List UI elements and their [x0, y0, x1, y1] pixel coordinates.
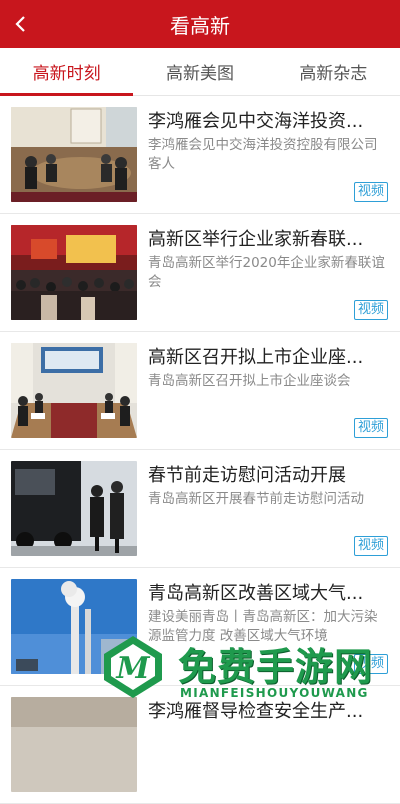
page-title: 看高新: [170, 13, 230, 38]
tab-bar: 高新时刻 高新美图 高新杂志: [0, 48, 400, 96]
news-title: 李鸿雁督导检查安全生产...: [148, 701, 364, 722]
news-title: 李鸿雁会见中交海洋投资...: [148, 111, 364, 132]
news-description: 青岛高新区召开拟上市企业座谈会: [148, 373, 351, 389]
news-list: 李鸿雁会见中交海洋投资... 李鸿雁会见中交海洋投资控股有限公司客人 视频 高新…: [0, 96, 400, 804]
back-button[interactable]: [14, 0, 46, 48]
news-thumbnail: [11, 225, 137, 320]
news-thumbnail: [11, 579, 137, 674]
news-title: 青岛高新区改善区域大气...: [148, 583, 364, 604]
list-item[interactable]: 青岛高新区改善区域大气... 建设美丽青岛丨青岛高新区：加大污染源监管力度 改善…: [0, 568, 400, 686]
video-badge[interactable]: 视频: [353, 418, 388, 438]
list-item[interactable]: 春节前走访慰问活动开展 青岛高新区开展春节前走访慰问活动 视频: [0, 450, 400, 568]
news-description: 青岛高新区举行2020年企业家新春联谊会: [148, 255, 385, 290]
news-description: 青岛高新区开展春节前走访慰问活动: [148, 491, 364, 507]
news-thumbnail: [11, 343, 137, 438]
news-description: 李鸿雁会见中交海洋投资控股有限公司客人: [148, 137, 378, 172]
tab-gaoxin-magazine[interactable]: 高新杂志: [267, 48, 400, 95]
list-item[interactable]: 高新区召开拟上市企业座... 青岛高新区召开拟上市企业座谈会 视频: [0, 332, 400, 450]
news-thumbnail: [11, 697, 137, 792]
news-thumbnail: [11, 461, 137, 556]
tab-gaoxin-photos[interactable]: 高新美图: [133, 48, 266, 95]
list-item[interactable]: 李鸿雁会见中交海洋投资... 李鸿雁会见中交海洋投资控股有限公司客人 视频: [0, 96, 400, 214]
video-badge[interactable]: 视频: [353, 654, 388, 674]
news-description: 建设美丽青岛丨青岛高新区：加大污染源监管力度 改善区域大气环境: [148, 609, 378, 644]
video-badge[interactable]: 视频: [353, 300, 388, 320]
video-badge[interactable]: 视频: [353, 182, 388, 202]
video-badge[interactable]: 视频: [353, 536, 388, 556]
news-title: 高新区召开拟上市企业座...: [148, 347, 364, 368]
chevron-left-icon: [15, 16, 25, 32]
top-bar: 看高新: [0, 0, 400, 48]
tab-gaoxin-moments[interactable]: 高新时刻: [0, 48, 134, 96]
list-item[interactable]: 李鸿雁督导检查安全生产...: [0, 686, 400, 804]
news-title: 春节前走访慰问活动开展: [148, 465, 346, 486]
news-title: 高新区举行企业家新春联...: [148, 229, 364, 250]
list-item[interactable]: 高新区举行企业家新春联... 青岛高新区举行2020年企业家新春联谊会 视频: [0, 214, 400, 332]
news-thumbnail: [11, 107, 137, 202]
